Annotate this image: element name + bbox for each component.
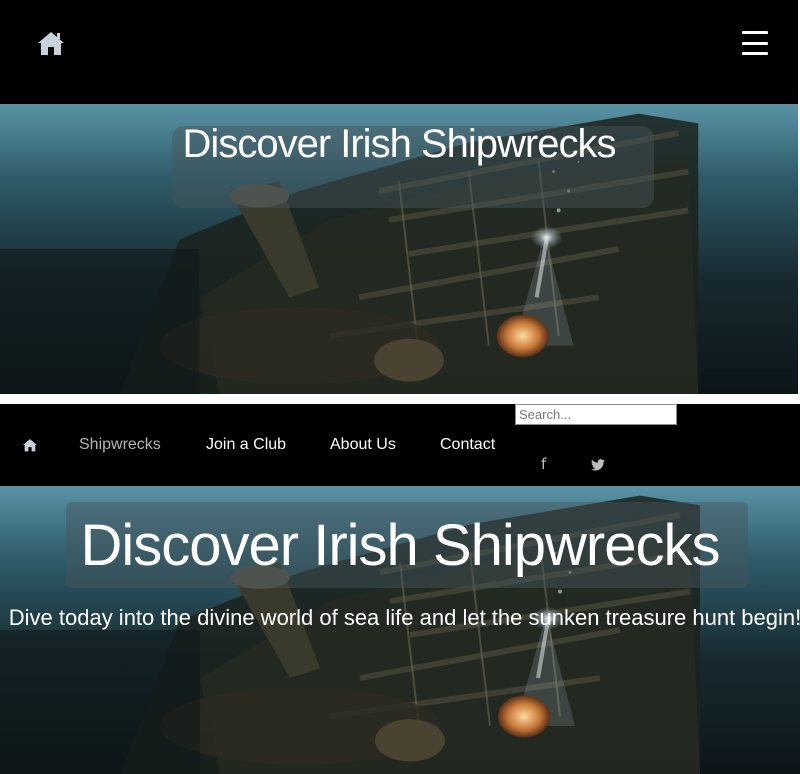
- home-icon[interactable]: [36, 30, 66, 56]
- nav-link-join-a-club[interactable]: Join a Club: [206, 436, 286, 454]
- nav-link-contact[interactable]: Contact: [440, 436, 495, 454]
- mobile-header: [0, 0, 798, 104]
- nav-home-icon[interactable]: [22, 438, 38, 452]
- twitter-icon[interactable]: [591, 459, 605, 471]
- nav-link-shipwrecks[interactable]: Shipwrecks: [79, 436, 161, 454]
- facebook-icon[interactable]: f: [541, 455, 546, 473]
- main-navbar: Shipwrecks Join a Club About Us Contact …: [0, 404, 800, 486]
- desktop-hero: Discover Irish Shipwrecks Dive today int…: [0, 486, 800, 774]
- hamburger-menu-icon[interactable]: [742, 31, 768, 55]
- desktop-hero-title: Discover Irish Shipwrecks: [80, 513, 721, 578]
- mobile-hero-title: Discover Irish Shipwrecks: [182, 122, 617, 166]
- hero-tagline: Dive today into the divine world of sea …: [8, 605, 800, 630]
- mobile-hero: Discover Irish Shipwrecks: [0, 104, 798, 394]
- nav-link-about-us[interactable]: About Us: [330, 436, 396, 454]
- search-input[interactable]: [515, 404, 677, 425]
